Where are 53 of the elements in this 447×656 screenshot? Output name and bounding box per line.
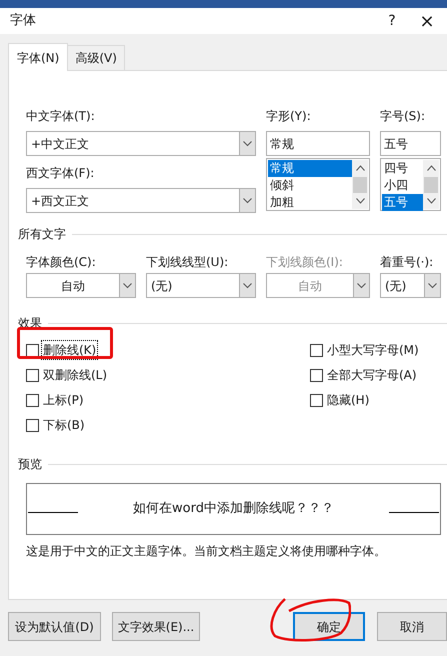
dropdown[interactable]: (无) — [146, 273, 256, 298]
chevron-down-icon — [357, 282, 366, 288]
dropdown[interactable]: (无) — [380, 273, 441, 298]
field-label: 字形(Y): — [266, 108, 312, 125]
preview-description: 这是用于中文的正文主题字体。当前文档主题定义将使用哪种字体。 — [26, 543, 387, 560]
list-item[interactable]: 倾斜 — [268, 177, 352, 194]
chevron-down-icon — [123, 282, 132, 288]
list-item[interactable]: 四号 — [382, 160, 423, 177]
field-label: 字体颜色(C): — [26, 254, 97, 271]
help-button[interactable]: ? — [377, 8, 407, 34]
field-label: 中文字体(T): — [26, 108, 96, 125]
dropdown[interactable]: +中文正文 — [26, 131, 256, 156]
checkbox[interactable]: 下标(B) — [26, 415, 310, 435]
field-label: 下划线线型(U): — [146, 254, 230, 271]
dropdown[interactable]: 自动 — [26, 273, 136, 298]
checkbox[interactable]: 小型大写字母(M) — [310, 340, 420, 360]
field-label: 西文字体(F): — [26, 165, 96, 182]
text-field[interactable]: 常规 — [266, 131, 370, 156]
chevron-down-icon — [428, 282, 437, 288]
list-item[interactable]: 小四 — [382, 177, 423, 194]
tab[interactable]: 高级(V) — [68, 45, 125, 70]
checkbox[interactable]: 删除线(K) — [26, 340, 310, 360]
field-label: 下划线颜色(I): — [266, 254, 344, 271]
dialog-button[interactable]: 设为默认值(D) — [8, 612, 101, 641]
scrollbar[interactable] — [352, 160, 368, 209]
field-label: 字号(S): — [380, 108, 426, 125]
scroll-down-icon[interactable] — [426, 198, 436, 204]
chevron-down-icon — [243, 140, 252, 146]
scroll-up-icon[interactable] — [356, 165, 364, 171]
group-heading: 所有文字 — [18, 226, 66, 243]
dialog-button[interactable]: 取消 — [377, 612, 447, 641]
scrollbar[interactable] — [423, 160, 439, 209]
dropdown[interactable]: +西文正文 — [26, 188, 256, 213]
list-item[interactable]: 常规 — [268, 160, 352, 177]
group-heading: 预览 — [18, 456, 42, 473]
window-title: 字体 — [10, 12, 36, 30]
scroll-down-icon[interactable] — [356, 198, 364, 204]
checkbox[interactable]: 全部大写字母(A) — [310, 365, 420, 385]
list-item[interactable]: 五号 — [382, 194, 423, 211]
preview-text: 如何在word中添加删除线呢？？？ — [132, 500, 335, 518]
list-item[interactable]: 加粗 — [268, 194, 352, 211]
scroll-up-icon[interactable] — [426, 165, 436, 171]
checkbox[interactable]: 上标(P) — [26, 390, 310, 410]
text-field[interactable]: 五号 — [380, 131, 441, 156]
dialog-button[interactable]: 确定 — [293, 612, 365, 641]
tab[interactable]: 字体(N) — [8, 43, 68, 71]
field-label: 着重号(·): — [380, 254, 434, 271]
chevron-down-icon — [243, 198, 252, 204]
dialog-button[interactable]: 文字效果(E)... — [112, 612, 200, 641]
chevron-down-icon — [243, 282, 252, 288]
checkbox[interactable]: 隐藏(H) — [310, 390, 420, 410]
close-button[interactable]: × — [407, 8, 447, 34]
checkbox[interactable]: 双删除线(L) — [26, 365, 310, 385]
